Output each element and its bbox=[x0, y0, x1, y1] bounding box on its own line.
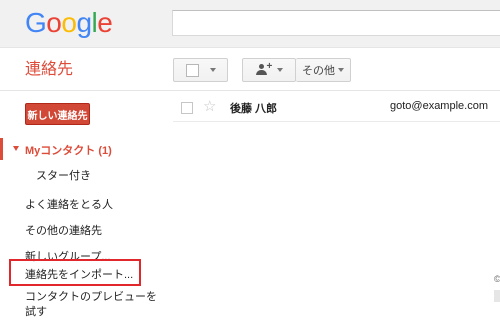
sidebar-item-new-group[interactable]: 新しいグループ... bbox=[25, 248, 111, 264]
add-to-group-button[interactable]: + bbox=[242, 58, 296, 82]
contact-row[interactable]: ☆ 後藤 八郎 goto@example.com bbox=[173, 96, 500, 122]
sidebar-item-import-contacts[interactable]: 連絡先をインポート... bbox=[25, 266, 133, 282]
header-divider bbox=[0, 90, 500, 91]
more-actions-button[interactable]: その他 bbox=[296, 58, 351, 82]
sidebar-item-starred[interactable]: スター付き bbox=[36, 167, 91, 183]
logo-letter: G bbox=[25, 7, 47, 38]
plus-icon: + bbox=[266, 61, 273, 72]
sidebar-item-try-preview[interactable]: コンタクトのプレビューを試す bbox=[25, 290, 165, 320]
star-icon[interactable]: ☆ bbox=[203, 98, 216, 116]
checkbox-icon bbox=[185, 63, 199, 77]
search-input[interactable] bbox=[172, 10, 500, 36]
chevron-down-icon bbox=[209, 68, 216, 72]
logo-letter: e bbox=[97, 7, 113, 38]
new-contact-button[interactable]: 新しい連絡先 bbox=[25, 103, 90, 125]
sidebar-item-frequent[interactable]: よく連絡をとる人 bbox=[25, 196, 113, 212]
copyright-glyph: © bbox=[494, 274, 500, 284]
sidebar-item-my-contacts[interactable]: Myコンタクト (1) bbox=[25, 142, 112, 158]
select-checkbox-menu[interactable] bbox=[173, 58, 228, 82]
logo-letter: o bbox=[46, 7, 62, 38]
logo-letter: o bbox=[61, 7, 77, 38]
icon-head bbox=[258, 64, 264, 69]
row-checkbox[interactable] bbox=[181, 102, 193, 114]
person-plus-icon: + bbox=[255, 61, 273, 76]
app-title[interactable]: 連絡先 bbox=[25, 58, 73, 82]
sidebar-item-other-contacts[interactable]: その他の連絡先 bbox=[25, 222, 102, 238]
contact-name[interactable]: 後藤 八郎 bbox=[230, 100, 277, 116]
scrollbar-thumb[interactable] bbox=[494, 290, 500, 302]
chevron-down-icon bbox=[276, 68, 283, 72]
top-bar: Google bbox=[0, 0, 500, 48]
chevron-down-icon bbox=[338, 68, 344, 72]
contact-email[interactable]: goto@example.com bbox=[390, 100, 488, 112]
google-logo[interactable]: Google bbox=[25, 6, 113, 40]
logo-letter: g bbox=[76, 7, 92, 38]
more-actions-label: その他 bbox=[302, 65, 335, 77]
expand-caret-icon[interactable] bbox=[13, 146, 19, 151]
icon-body bbox=[255, 70, 267, 75]
selected-indicator bbox=[0, 138, 3, 160]
